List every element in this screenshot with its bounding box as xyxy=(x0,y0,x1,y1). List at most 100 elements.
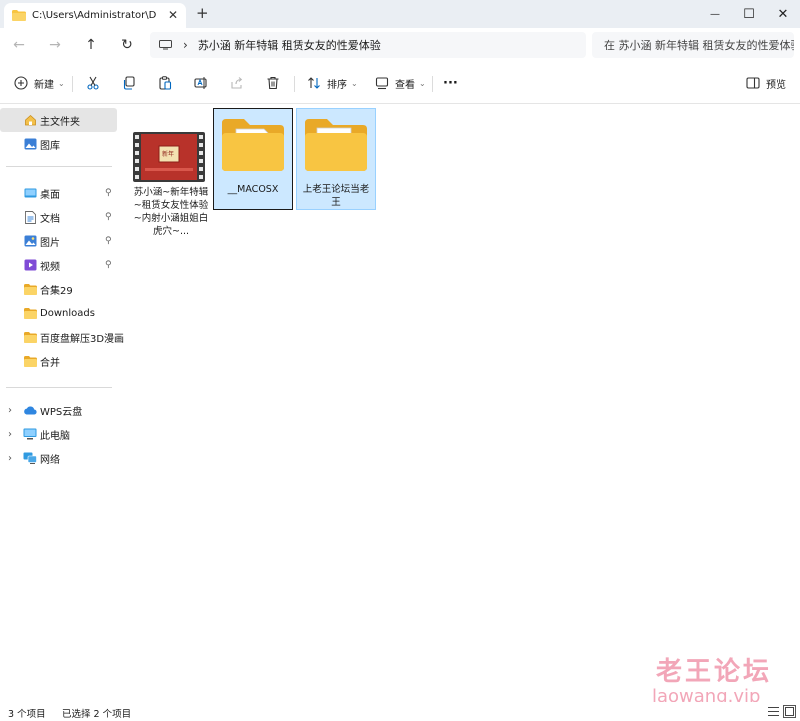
toolbar-divider xyxy=(72,76,73,92)
scissors-icon xyxy=(84,74,102,92)
file-name: 苏小涵~新年特辑~租赁女友性体验~内射小涵姐姐白虎穴~... xyxy=(133,187,209,237)
thumbnail-caption: 新年 xyxy=(161,151,174,158)
command-bar: 新建 ⌄ 排序 ⌄ 查看 ⌄ ··· 预览 xyxy=(0,62,800,104)
sidebar-item-hebing[interactable]: 合并 xyxy=(0,349,117,373)
monitor-icon xyxy=(159,40,172,50)
chevron-right-icon[interactable]: › xyxy=(8,405,12,416)
chevron-right-icon[interactable]: › xyxy=(8,453,12,464)
more-options-button[interactable]: ··· xyxy=(443,72,458,94)
file-list[interactable]: 新年 苏小涵~新年特辑~租赁女友性体验~内射小涵姐姐白虎穴~... __MACO… xyxy=(122,104,800,702)
navigation-bar: ← → ↑ ↻ › 苏小涵 新年特辑 租赁女友的性爱体验 在 苏小涵 新年特辑 … xyxy=(0,28,800,62)
sidebar-item-label: 文档 xyxy=(40,213,60,225)
sidebar-item-label: Downloads xyxy=(40,307,95,319)
chevron-right-icon[interactable]: › xyxy=(8,429,12,440)
item-count: 3 个项目 xyxy=(8,709,46,720)
title-bar: C:\Users\Administrator\Desktop ✕ + — ☐ ✕ xyxy=(0,0,800,28)
plus-circle-icon xyxy=(12,74,30,92)
folder-icon xyxy=(23,331,37,343)
sort-button[interactable]: 排序 ⌄ xyxy=(305,72,358,94)
rename-button[interactable] xyxy=(192,72,210,94)
maximize-button[interactable]: ☐ xyxy=(732,0,766,28)
sidebar-item-this-pc[interactable]: › 此电脑 xyxy=(0,422,117,446)
sidebar-item-network[interactable]: › 网络 xyxy=(0,446,117,470)
sidebar-item-label: 合并 xyxy=(40,357,60,369)
sort-icon xyxy=(305,74,323,92)
new-tab-button[interactable]: + xyxy=(196,4,209,22)
forward-arrow-icon: → xyxy=(49,37,61,53)
sidebar-item-pictures[interactable]: 图片 ⚲ xyxy=(0,229,117,253)
chevron-down-icon: ⌄ xyxy=(351,78,358,88)
preview-pane-label: 预览 xyxy=(766,79,786,91)
cloud-icon xyxy=(23,404,37,416)
sidebar-item-gallery[interactable]: 图库 xyxy=(0,132,117,156)
chevron-down-icon: ⌄ xyxy=(419,78,426,88)
pictures-icon xyxy=(23,235,37,247)
tab-title: C:\Users\Administrator\Desktop xyxy=(32,10,156,21)
file-name: 上老王论坛当老王 xyxy=(302,184,370,208)
details-view-button[interactable] xyxy=(767,705,780,718)
back-arrow-icon: ← xyxy=(13,37,25,53)
close-button[interactable]: ✕ xyxy=(766,0,800,28)
paste-button[interactable] xyxy=(156,72,174,94)
refresh-button[interactable]: ↻ xyxy=(116,35,138,55)
sidebar-item-label: 合集29 xyxy=(40,285,73,297)
new-button[interactable]: 新建 ⌄ xyxy=(12,72,65,94)
address-bar[interactable]: › 苏小涵 新年特辑 租赁女友的性爱体验 xyxy=(150,32,586,58)
tab-desktop[interactable]: C:\Users\Administrator\Desktop ✕ xyxy=(4,3,186,28)
search-box[interactable]: 在 苏小涵 新年特辑 租赁女友的性爱体验 中搜索 xyxy=(592,32,794,58)
sidebar-divider xyxy=(6,166,112,167)
sidebar-item-label: 视频 xyxy=(40,261,60,273)
pin-icon[interactable]: ⚲ xyxy=(105,212,112,222)
details-view-icon xyxy=(768,706,779,717)
sidebar-item-label: WPS云盘 xyxy=(40,406,83,418)
computer-icon xyxy=(23,428,37,440)
sidebar-item-home[interactable]: 主文件夹 xyxy=(0,108,117,132)
folder-icon xyxy=(23,307,37,319)
folder-icon xyxy=(222,119,284,171)
view-button[interactable]: 查看 ⌄ xyxy=(373,72,426,94)
share-button[interactable] xyxy=(228,72,246,94)
sidebar-divider xyxy=(6,387,112,388)
pin-icon[interactable]: ⚲ xyxy=(105,188,112,198)
up-arrow-icon: ↑ xyxy=(85,37,97,53)
toolbar-divider xyxy=(432,76,433,92)
sidebar-item-baidu-3d[interactable]: 百度盘解压3D漫画 xyxy=(0,325,124,349)
sidebar-item-desktop[interactable]: 桌面 ⚲ xyxy=(0,181,117,205)
network-icon xyxy=(23,452,37,464)
delete-button[interactable] xyxy=(264,72,282,94)
selected-count: 已选择 2 个项目 xyxy=(62,709,132,720)
search-input[interactable]: 在 苏小涵 新年特辑 租赁女友的性爱体验 中搜索 xyxy=(604,37,794,53)
toolbar-divider xyxy=(294,76,295,92)
sidebar-item-label: 百度盘解压3D漫画 xyxy=(40,333,125,345)
breadcrumb-separator[interactable]: › xyxy=(183,38,188,52)
breadcrumb-current-folder[interactable]: 苏小涵 新年特辑 租赁女友的性爱体验 xyxy=(198,37,381,53)
file-item-video[interactable]: 新年 苏小涵~新年特辑~租赁女友性体验~内射小涵姐姐白虎穴~... xyxy=(131,108,211,237)
more-icon: ··· xyxy=(443,75,458,91)
pin-icon[interactable]: ⚲ xyxy=(105,260,112,270)
sidebar-item-wps-cloud[interactable]: › WPS云盘 xyxy=(0,398,117,422)
preview-pane-icon xyxy=(744,74,762,92)
sidebar-item-label: 主文件夹 xyxy=(40,116,80,128)
home-icon xyxy=(23,114,37,126)
folder-item-macosx[interactable]: __MACOSX xyxy=(213,108,293,210)
sidebar-item-folder-heji29[interactable]: 合集29 xyxy=(0,277,117,301)
cut-button[interactable] xyxy=(84,72,102,94)
tab-close-button[interactable]: ✕ xyxy=(168,8,178,22)
tiles-view-icon xyxy=(785,707,794,716)
trash-icon xyxy=(264,74,282,92)
folder-item-laowang[interactable]: 上老王论坛当老王 xyxy=(296,108,376,210)
paste-icon xyxy=(156,74,174,92)
up-button[interactable]: ↑ xyxy=(80,35,102,55)
pin-icon[interactable]: ⚲ xyxy=(105,236,112,246)
sidebar-item-documents[interactable]: 文档 ⚲ xyxy=(0,205,117,229)
minimize-button[interactable]: — xyxy=(698,0,732,28)
sidebar-item-downloads[interactable]: Downloads xyxy=(0,301,117,325)
back-button[interactable]: ← xyxy=(8,35,30,55)
large-icons-view-button[interactable] xyxy=(783,705,796,718)
preview-pane-button[interactable]: 预览 xyxy=(744,72,786,94)
copy-button[interactable] xyxy=(120,72,138,94)
sort-button-label: 排序 xyxy=(327,79,347,91)
file-name: __MACOSX xyxy=(227,184,279,195)
forward-button[interactable]: → xyxy=(44,35,66,55)
sidebar-item-videos[interactable]: 视频 ⚲ xyxy=(0,253,117,277)
